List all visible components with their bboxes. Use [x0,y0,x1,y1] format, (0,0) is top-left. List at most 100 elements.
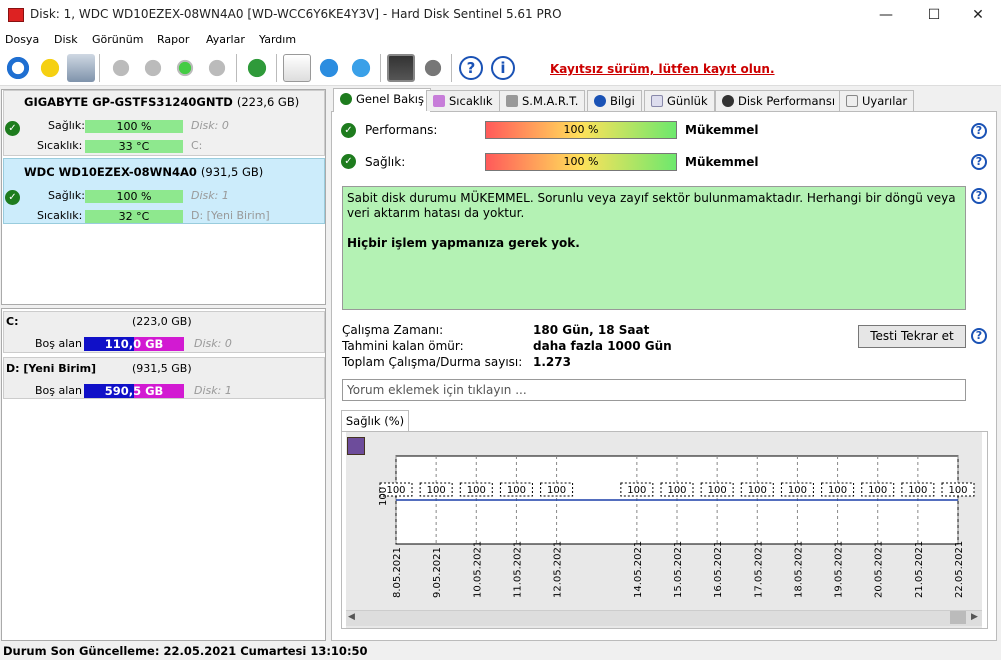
menu-rapor[interactable]: Rapor [157,33,189,46]
comment-input[interactable]: Yorum eklemek için tıklayın ... [342,379,966,401]
tab-uyarilar[interactable]: Uyarılar [839,90,915,111]
ok-check-icon: ✓ [5,121,20,136]
help-icon[interactable]: ? [971,123,987,139]
menu-disk[interactable]: Disk [54,33,78,46]
monitor-icon[interactable] [387,54,415,82]
remaining-label: Tahmini kalan ömür: [342,339,464,353]
network-icon[interactable] [347,54,375,82]
volume-1-disk: Disk: 1 [194,384,232,397]
disk-0-health-bar: 100 % [85,120,183,133]
globe-icon[interactable] [243,54,271,82]
register-link[interactable]: Kayıtsız sürüm, lütfen kayıt olun. [550,62,775,76]
uptime-label: Çalışma Zamanı: [342,323,444,337]
help-icon[interactable]: ? [971,328,987,344]
disk-1-temp-bar: 32 °C [85,210,183,223]
x-tick-label: 11.05.2021 [512,541,523,598]
toolbar-separator [99,54,100,82]
toolbar-separator [236,54,237,82]
x-tick-label: 17.05.2021 [753,541,764,598]
volume-0-free-label: Boş alan [35,337,83,350]
close-button[interactable]: ✕ [955,0,1001,30]
disk-1-id: Disk: 1 [191,189,229,202]
maximize-button[interactable]: ☐ [911,0,957,30]
speaker-icon[interactable] [419,54,447,82]
volume-0-free-bar: 110,0 GB [84,337,184,351]
refresh-icon[interactable] [4,54,32,82]
scroll-thumb[interactable] [950,611,966,624]
tab-bilgi[interactable]: Bilgi [587,90,642,111]
chip-icon [506,95,518,107]
tab-disk-performansi[interactable]: Disk Performansı [715,90,843,111]
hdd-ok-icon[interactable] [171,54,199,82]
disk-0-name: GIGABYTE GP-GSTFS31240GNTD (223,6 GB) [24,95,300,109]
disk-0-temp-label: Sıcaklık: [37,139,83,152]
volume-1-size: (931,5 GB) [132,362,192,375]
help-icon[interactable]: ? [971,188,987,204]
toolbar-separator [380,54,381,82]
performance-label: Performans: [365,123,438,137]
scroll-right-icon[interactable]: ▶ [971,612,978,622]
menu-ayarlar[interactable]: Ayarlar [206,33,245,46]
alert-icon[interactable] [36,54,64,82]
data-label: 100 [828,485,847,496]
toolbar-separator [276,54,277,82]
chart-scrollbar[interactable] [346,610,982,626]
health-label: Sağlık: [365,155,406,169]
ok-check-icon: ✓ [5,190,20,205]
hdd-icon[interactable] [107,54,135,82]
info-icon[interactable]: i [491,56,515,80]
hdd-icon[interactable] [139,54,167,82]
status-description: Sabit disk durumu MÜKEMMEL. Sorunlu veya… [342,186,966,310]
ok-check-icon: ✓ [341,154,356,169]
menu-dosya[interactable]: Dosya [5,33,39,46]
scroll-left-icon[interactable]: ◀ [348,612,355,622]
x-tick-label: 12.05.2021 [553,541,564,598]
disk-0-temp-bar: 33 °C [85,140,183,153]
disk-0-health-label: Sağlık: [48,119,85,132]
health-rating: Mükemmel [685,155,759,169]
data-label: 100 [748,485,767,496]
health-meter: 100 % [485,153,677,171]
x-tick-label: 16.05.2021 [713,541,724,598]
menu-gorunum[interactable]: Görünüm [92,33,143,46]
volume-1-free-label: Boş alan [35,384,83,397]
status-text: Sabit disk durumu MÜKEMMEL. Sorunlu veya… [347,191,956,220]
help-icon[interactable]: ? [971,154,987,170]
info-icon [594,95,606,107]
menu-bar [0,30,1001,50]
startstop-value: 1.273 [533,355,571,369]
x-tick-label: 9.05.2021 [432,547,443,598]
data-label: 100 [627,485,646,496]
volume-0-disk: Disk: 0 [194,337,232,350]
tab-smart[interactable]: S.M.A.R.T. [499,90,586,111]
y-tick-label: 100 [378,487,389,506]
data-label: 100 [788,485,807,496]
menu-yardim[interactable]: Yardım [259,33,296,46]
disk-1-volume: D: [Yeni Birim] [191,209,270,222]
data-label: 100 [948,485,967,496]
tab-gunluk[interactable]: Günlük [644,90,715,111]
disk-1-health-label: Sağlık: [48,189,85,202]
minimize-button[interactable]: — [863,0,909,30]
report-icon[interactable] [283,54,311,82]
data-label: 100 [467,485,486,496]
log-icon [651,95,663,107]
x-tick-label: 19.05.2021 [834,541,845,598]
performance-meter: 100 % [485,121,677,139]
ok-check-icon: ✓ [341,123,356,138]
help-icon[interactable]: ? [459,56,483,80]
volume-1-name: D: [Yeni Birim] [6,362,97,375]
tab-sicaklik[interactable]: Sıcaklık [426,90,500,111]
disk-icon[interactable] [67,54,95,82]
data-label: 100 [547,485,566,496]
update-icon[interactable] [315,54,343,82]
x-tick-label: 10.05.2021 [472,541,483,598]
hdd-search-icon[interactable] [203,54,231,82]
tab-genel-bakis[interactable]: Genel Bakış [333,88,431,112]
tab-saglik-chart[interactable]: Sağlık (%) [341,410,409,432]
data-label: 100 [868,485,887,496]
data-label: 100 [507,485,526,496]
health-chart: 8.05.2021 9.05.2021 10.05.2021 11.05.2021 12… [378,455,975,598]
disk-1-name: WDC WD10EZEX-08WN4A0 (931,5 GB) [24,165,264,179]
retest-button[interactable]: Testi Tekrar et [858,325,966,348]
